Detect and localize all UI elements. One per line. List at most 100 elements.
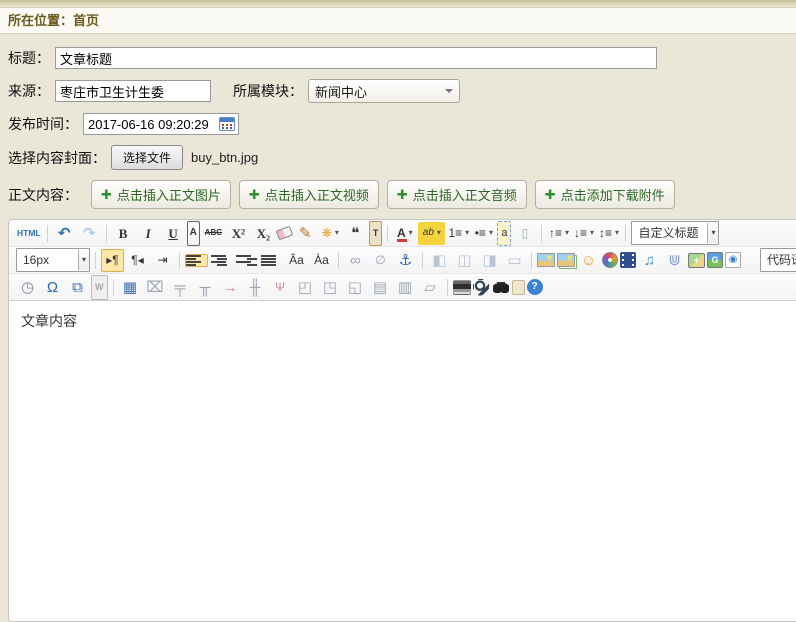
help-button[interactable]: ? (527, 279, 543, 295)
image-inline-button: ◫ (453, 249, 476, 272)
underline-button[interactable]: U (162, 222, 185, 245)
publish-time-row: 发布时间： (8, 113, 788, 135)
align-justify-button[interactable] (260, 254, 283, 267)
toolbar-row-1: HTML↶↷BIUAABCX²X₂✎❋❝TAab1≡•≡a▯↑≡↓≡↕≡自定义标… (9, 220, 796, 247)
bold-button[interactable]: B (112, 222, 135, 245)
publish-time-input[interactable] (83, 113, 239, 135)
format-painter-button[interactable]: ✎ (294, 222, 317, 245)
to-lowercase-button[interactable]: Àa (310, 249, 333, 272)
remove-format-eraser-icon[interactable] (276, 226, 294, 241)
publish-time-label: 发布时间： (8, 114, 78, 134)
image-manager-button[interactable] (557, 253, 575, 267)
toolbar-separator (338, 252, 339, 269)
font-size-select[interactable]: 16px (16, 248, 90, 272)
title-row: 标题： (8, 47, 788, 69)
code-language-select[interactable]: 代码语言 (760, 248, 796, 272)
choose-file-button[interactable]: 选择文件 (111, 145, 183, 170)
save-remote-image-button[interactable]: ⧉ (66, 276, 89, 299)
insert-title-button: ◱ (344, 276, 367, 299)
align-right-button[interactable] (235, 254, 258, 267)
blank-doc-button: ▯ (513, 222, 536, 245)
insert-body-audio-button[interactable]: ✚点击插入正文音频 (387, 180, 527, 209)
chart-button: ▱ (419, 276, 442, 299)
scrawl-button[interactable] (602, 252, 618, 268)
ordered-list-button[interactable]: 1≡ (447, 222, 470, 245)
module-select-value: 新闻中心 (315, 82, 367, 101)
custom-title-select[interactable]: 自定义标题 (631, 221, 719, 245)
strikethrough-button[interactable]: ABC (202, 222, 225, 245)
cover-label: 选择内容封面： (8, 148, 106, 168)
rich-text-editor: HTML↶↷BIUAABCX²X₂✎❋❝TAab1≡•≡a▯↑≡↓≡↕≡自定义标… (8, 219, 796, 622)
toolbar-separator (422, 252, 423, 269)
paste-button (512, 280, 525, 295)
toolbar-row-2: 16px▸¶¶◂⇥ÂaÀa∞∅⚓◧◫◨▭☺♫⋓+G◉代码语言 (9, 247, 796, 274)
source-label: 来源： (8, 81, 50, 101)
insert-image-button[interactable] (537, 253, 555, 267)
anchor-button[interactable]: ⚓ (394, 249, 417, 272)
toolbar-separator (531, 252, 532, 269)
merge-right-button: → (219, 276, 242, 299)
add-download-attachment-button[interactable]: ✚点击添加下载附件 (535, 180, 675, 209)
highlight-color-button[interactable]: ab (418, 222, 445, 245)
align-center-button[interactable] (210, 254, 233, 267)
char-a-template-button[interactable]: a (497, 221, 511, 246)
average-cols-button: ▥ (394, 276, 417, 299)
insert-music-button[interactable]: ♫ (638, 249, 661, 272)
first-line-indent-button[interactable]: ⇥ (151, 249, 174, 272)
to-uppercase-button[interactable]: Âa (285, 249, 308, 272)
insert-body-image-button[interactable]: ✚点击插入正文图片 (91, 180, 231, 209)
italic-button[interactable]: I (137, 222, 160, 245)
emotion-button[interactable]: ☺ (577, 249, 600, 272)
link-button: ∞ (344, 249, 367, 272)
subscript-button[interactable]: X₂ (252, 222, 275, 245)
char-border-button[interactable]: A (187, 221, 200, 246)
breadcrumb-label: 所在位置： (8, 13, 73, 28)
module-select[interactable]: 新闻中心 (308, 79, 460, 103)
title-label: 标题： (8, 48, 50, 68)
toolbar-separator (106, 225, 107, 242)
cover-row: 选择内容封面： 选择文件 buy_btn.jpg (8, 145, 788, 170)
paragraph-space-top-button[interactable]: ↑≡ (547, 222, 570, 245)
insert-video-button[interactable] (620, 252, 636, 268)
screenshot-map-button[interactable]: + (688, 253, 705, 268)
source-input[interactable] (55, 80, 211, 102)
body-content-row: 正文内容： ✚点击插入正文图片 ✚点击插入正文视频 ✚点击插入正文音频 ✚点击添加下载… (8, 180, 788, 209)
paragraph-space-bottom-button[interactable]: ↓≡ (572, 222, 595, 245)
plus-icon: ✚ (545, 188, 556, 201)
average-rows-button: ▤ (369, 276, 392, 299)
attachment-button[interactable]: ⋓ (663, 249, 686, 272)
line-height-button[interactable]: ↕≡ (597, 222, 620, 245)
undo-button[interactable]: ↶ (53, 222, 76, 245)
special-char-button[interactable]: Ω (41, 276, 64, 299)
toolbar-separator (447, 279, 448, 296)
toolbar-row-3: ◷Ω⧉W▦⌧╤╥→╫Ψ◰◳◱▤▥▱? (9, 274, 796, 301)
auto-typeset-button[interactable]: ❋ (319, 222, 342, 245)
insert-table-button[interactable]: ▦ (119, 276, 142, 299)
editor-content[interactable]: 文章内容 (9, 301, 796, 621)
html-source-button[interactable]: HTML (16, 222, 42, 245)
toolbar-separator (113, 279, 114, 296)
ltr-button[interactable]: ▸¶ (101, 249, 124, 272)
merge-cells-button: ◰ (294, 276, 317, 299)
toolbar-separator (541, 225, 542, 242)
breadcrumb-home-link[interactable]: 首页 (73, 13, 99, 28)
google-map-button[interactable]: G (707, 252, 723, 268)
align-left-button[interactable] (185, 254, 208, 267)
find-replace-button[interactable] (492, 280, 510, 294)
body-content-label: 正文内容： (8, 185, 78, 205)
calendar-icon[interactable] (219, 117, 235, 131)
preview-button[interactable] (473, 279, 490, 296)
font-color-button[interactable]: A (393, 222, 416, 245)
insert-time-button[interactable]: ◷ (16, 276, 39, 299)
unordered-list-button[interactable]: •≡ (472, 222, 495, 245)
title-input[interactable] (55, 47, 657, 69)
plus-icon: ✚ (101, 188, 112, 201)
blockquote-button[interactable]: ❝ (344, 222, 367, 245)
insert-iframe-button[interactable]: ◉ (725, 252, 741, 268)
rtl-button[interactable]: ¶◂ (126, 249, 149, 272)
print-button[interactable] (453, 280, 471, 295)
plus-icon: ✚ (397, 188, 408, 201)
insert-body-video-button[interactable]: ✚点击插入正文视频 (239, 180, 379, 209)
superscript-button[interactable]: X² (227, 222, 250, 245)
paste-as-text-button[interactable]: T (369, 221, 383, 246)
